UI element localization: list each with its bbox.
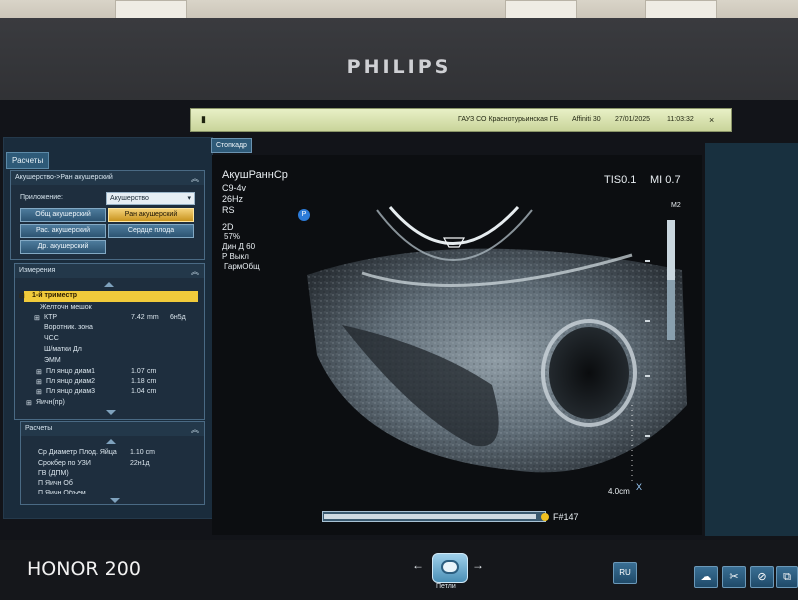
calc-value: 1.10 cm [130,449,155,456]
institution-name: ГАУЗ СО Краснотурьинская ГБ [458,116,559,123]
brand-logo: PHILIPS [346,56,452,78]
scroll-down-icon[interactable] [110,498,120,503]
orientation-marker-icon: P [298,209,310,221]
general-ob-button[interactable]: Общ акушерский [20,208,106,222]
system-name: Affiniti 30 [572,116,601,123]
measurement-gestational-age: 6н5д [170,314,186,321]
status-date: 27/01/2025 [615,116,651,123]
mi-value: MI 0.7 [650,174,681,186]
language-button[interactable]: RU [613,562,637,584]
tab-calculations[interactable]: Расчеты [6,152,50,169]
other-ob-button[interactable]: Др. акушерский [20,240,106,254]
depth-label: 4.0cm [608,487,630,496]
measurement-unit: mm [147,314,159,321]
loop-button[interactable] [432,553,468,583]
measurement-label[interactable]: ЭММ [44,357,61,364]
expand-icon[interactable]: ⊞ [36,378,42,386]
close-icon[interactable]: × [709,115,714,125]
probe-name: C9-4v [222,183,247,193]
trimester-group[interactable]: 1-й триместр [32,292,77,299]
protocol-box-header: Акушерство->Ран акушерский ︽ [11,171,204,185]
tis-value: TIS0.1 [604,174,637,186]
orientation-label: RS [222,205,235,215]
measurement-unit: cm [147,388,157,395]
mode-line: Дин Д 60 [222,242,256,251]
ovary-group[interactable]: Яичн(пр) [36,399,65,406]
early-ob-button[interactable]: Ран акушерский [108,208,194,222]
expand-icon[interactable]: ⊞ [34,314,40,322]
measurement-unit: cm [147,368,157,375]
measurement-label[interactable]: Ш/матки Дл [44,346,82,353]
freeze-tab[interactable]: Стопкадр [211,138,252,153]
cursor-marker-icon: X [636,482,643,492]
scroll-up-icon[interactable] [104,282,114,287]
preset-name: АкушРаннСр [222,169,288,181]
calc-value: 22н1д [130,460,150,467]
application-label: Приложение: [20,194,64,201]
settings-icon[interactable]: ⊘ [750,566,774,588]
cine-loop-track [324,514,536,519]
measurement-label[interactable]: Желточн мешок [40,304,92,311]
collapse-icon[interactable]: ︽ [191,266,199,277]
application-select-value: Акушерство [110,195,149,202]
measurement-value: 1.07 [131,368,145,375]
expand-icon[interactable]: ⊞ [36,388,42,396]
status-bar: ▮ ГАУЗ СО Краснотурьинская ГБ Affiniti 3… [190,108,732,132]
loop-label: Петли [436,583,456,590]
tools-icon[interactable]: ✂ [722,566,746,588]
gray-map-label: M2 [671,202,681,209]
calc-label: Срокбер по УЗИ [38,460,91,467]
expand-icon[interactable]: ⊞ [36,368,42,376]
loop-icon [441,560,459,574]
right-panel [705,143,798,536]
protocol-title: Акушерство->Ран акушерский [15,174,113,181]
left-panel-tabs: Расчеты [6,150,50,169]
collapse-icon[interactable]: ︽ [191,173,199,184]
fetal-heart-button[interactable]: Сердце плода [108,224,194,238]
measurement-value: 1.04 [131,388,145,395]
status-time: 11:03:32 [667,116,694,123]
measurement-label[interactable]: ЧСС [44,335,59,342]
arrow-right-icon[interactable]: → [472,558,484,572]
cloud-icon[interactable]: ☁ [694,566,718,588]
extended-ob-button[interactable]: Рас. акушерский [20,224,106,238]
frame-rate: 26Hz [222,194,244,204]
measurement-label[interactable]: Воротник. зона [44,324,93,331]
calc-label: П Яичн Об [38,480,73,487]
mode-line: 2D [222,222,234,232]
ultrasound-image[interactable] [212,155,702,535]
calc-label: Ср Диаметр Плод. Яйца [38,449,117,456]
measurements-title: Измерения [19,267,56,274]
mode-line: ГармОбщ [224,262,260,271]
camera-watermark: HONOR 200 [27,558,141,580]
measurement-label[interactable]: КТР [44,314,57,321]
application-select[interactable]: Акушерство ▾ [106,192,195,205]
status-left-icon: ▮ [201,114,206,124]
cine-loop-bar[interactable] [322,511,546,522]
measurements-header: Измерения ︽ [15,264,204,278]
calculations-title: Расчеты [25,425,53,432]
expand-icon[interactable]: ⊟ [19,292,25,300]
measurement-value: 1.18 [131,378,145,385]
network-icon[interactable]: ⧉ [776,566,798,588]
cine-position-icon[interactable] [541,513,549,521]
arrow-left-icon[interactable]: ← [412,558,424,572]
scroll-down-icon[interactable] [106,410,116,415]
measurement-label[interactable]: Пл янцо диам3 [46,388,95,395]
mode-line: 57% [224,232,241,241]
calc-label: ГВ (ДПМ) [38,470,69,477]
measurement-unit: cm [147,378,157,385]
dropdown-icon: ▾ [187,195,191,202]
measurement-label[interactable]: Пл янцо диам2 [46,378,95,385]
measurement-value: 7.42 [131,314,145,321]
mode-line: Р Выкл [222,252,249,261]
scroll-up-icon[interactable] [106,439,116,444]
expand-icon[interactable]: ⊞ [26,399,32,407]
measurement-label[interactable]: Пл янцо диам1 [46,368,95,375]
calculations-header: Расчеты ︽ [21,422,204,436]
frame-number: F#147 [553,512,579,522]
collapse-icon[interactable]: ︽ [191,424,199,435]
